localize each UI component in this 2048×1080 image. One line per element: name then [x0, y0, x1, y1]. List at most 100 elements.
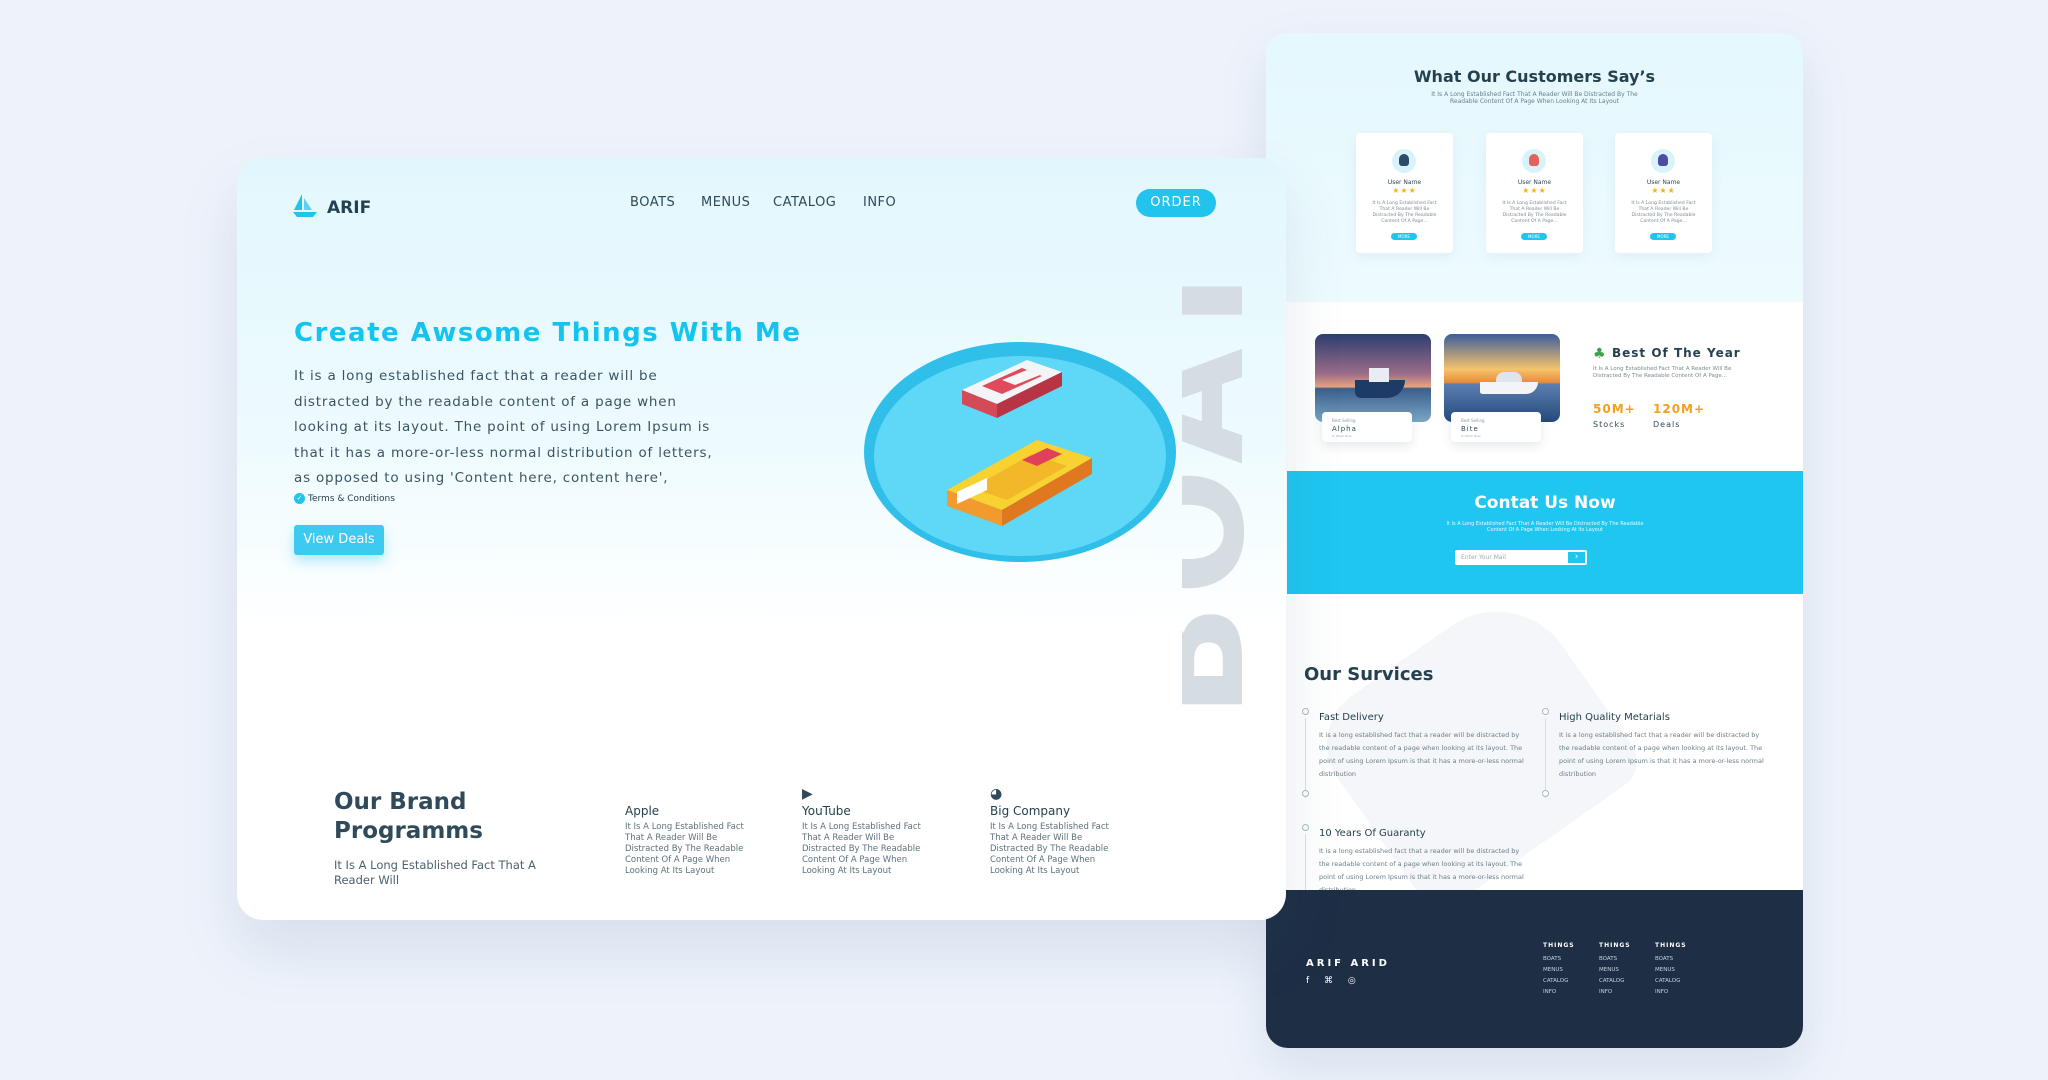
testimonial-text: It Is A Long Established Fact That A Rea… — [1502, 201, 1567, 224]
stat-label: Stocks — [1593, 420, 1626, 429]
service-text: It is a long established fact that a rea… — [1319, 847, 1524, 890]
services-title: Our Survices — [1304, 664, 1434, 685]
brand-text: It Is A Long Established Fact That A Rea… — [802, 822, 921, 876]
testimonial-card: User Name ★★★ It Is A Long Established F… — [1356, 133, 1453, 253]
service-title: Fast Delivery — [1319, 712, 1384, 723]
stat-label: Deals — [1653, 420, 1681, 429]
star-rating: ★★★ — [1392, 186, 1417, 195]
brand-name: YouTube — [802, 804, 851, 818]
footer-link[interactable]: INFO — [1655, 987, 1687, 998]
more-button[interactable]: MORE — [1391, 233, 1417, 240]
avatar — [1392, 149, 1416, 173]
submit-button[interactable]: › — [1567, 551, 1586, 564]
service-title: High Quality Metarials — [1559, 712, 1670, 723]
terms-link[interactable]: ✓ Terms & Conditions — [294, 493, 395, 504]
footer-link[interactable]: BOATS — [1599, 954, 1631, 965]
stat-value: 50M+ — [1593, 402, 1636, 416]
avatar — [1651, 149, 1675, 173]
logo-text: ARIF — [327, 198, 372, 218]
brand-text: It Is A Long Established Fact That A Rea… — [625, 822, 744, 876]
pie-icon: ◕ — [990, 786, 1003, 802]
footer-column: THINGS BOATS MENUS CATALOG INFO — [1599, 942, 1631, 998]
brand-item-apple[interactable]: Apple It Is A Long Established Fact That… — [625, 786, 755, 877]
footer-heading: THINGS — [1655, 942, 1687, 949]
youtube-icon: ▶ — [802, 786, 813, 802]
footer-link[interactable]: BOATS — [1655, 954, 1687, 965]
brand-name: Apple — [625, 804, 660, 818]
footer-link[interactable]: CATALOG — [1599, 976, 1631, 987]
footer-link[interactable]: CATALOG — [1543, 976, 1575, 987]
product-kicker: Best Selling — [1332, 418, 1356, 423]
footer-link[interactable]: MENUS — [1655, 965, 1687, 976]
services-section: Our Survices Fast Delivery It is a long … — [1266, 594, 1803, 890]
nav-menus[interactable]: MENUS — [701, 195, 750, 210]
stat-value: 120M+ — [1653, 402, 1706, 416]
order-button[interactable]: ORDER — [1136, 189, 1216, 217]
brand-item-big-company[interactable]: ◕ Big Company It Is A Long Established F… — [990, 786, 1120, 877]
timeline-dot — [1542, 708, 1549, 715]
product-label: Best Selling Bite In Stock Now — [1451, 412, 1541, 442]
hero-title: Create Awsome Things With Me — [294, 318, 802, 348]
brand-programs-title: Our Brand Programms — [334, 789, 483, 844]
brand-name: Big Company — [990, 804, 1071, 818]
best-title: Best Of The Year — [1612, 346, 1741, 360]
service-title: 10 Years Of Guaranty — [1319, 828, 1426, 839]
avatar — [1522, 149, 1546, 173]
footer-link[interactable]: INFO — [1599, 987, 1631, 998]
user-name: User Name — [1387, 179, 1422, 186]
sailboat-icon — [293, 194, 317, 217]
service-text: It is a long established fact that a rea… — [1319, 731, 1524, 778]
product-name: Alpha — [1332, 425, 1357, 433]
service-item: 10 Years Of Guaranty It is a long establ… — [1302, 824, 1529, 890]
service-text: It is a long established fact that a rea… — [1559, 731, 1764, 778]
footer-link[interactable]: INFO — [1543, 987, 1575, 998]
more-button[interactable]: MORE — [1650, 233, 1676, 240]
social-icons[interactable]: f ⌘ ◎ — [1306, 976, 1362, 986]
testimonials-title: What Our Customers Say’s — [1413, 67, 1656, 86]
nav-boats[interactable]: BOATS — [630, 195, 675, 210]
testimonial-card: User Name ★★★ It Is A Long Established F… — [1615, 133, 1712, 253]
timeline-dot — [1302, 790, 1309, 797]
best-text: It Is A Long Established Fact That A Rea… — [1593, 366, 1732, 379]
boat-photo[interactable] — [1315, 334, 1431, 422]
more-button[interactable]: MORE — [1521, 233, 1547, 240]
star-rating: ★★★ — [1651, 186, 1676, 195]
nav-catalog[interactable]: CATALOG — [773, 195, 836, 210]
contact-text: It Is A Long Established Fact That A Rea… — [1446, 521, 1644, 533]
boats-illustration — [864, 342, 1176, 562]
nav-info[interactable]: INFO — [863, 195, 896, 210]
hero-page-preview: ARIF BOATS MENUS CATALOG INFO ORDER Crea… — [237, 158, 1286, 920]
watermark-text: BOAT — [1182, 248, 1278, 718]
side-watermark: BOAT — [1182, 248, 1278, 718]
boat-photo[interactable] — [1444, 334, 1560, 422]
clover-icon: ♣ — [1593, 346, 1606, 362]
check-icon: ✓ — [294, 493, 305, 504]
brand-item-youtube[interactable]: ▶ YouTube It Is A Long Established Fact … — [802, 786, 932, 877]
timeline-dot — [1302, 824, 1309, 831]
testimonials-section: What Our Customers Say’s It Is A Long Es… — [1266, 33, 1803, 302]
footer-brand: ARIF ARID — [1306, 958, 1390, 969]
footer-heading: THINGS — [1599, 942, 1631, 949]
brand-text: It Is A Long Established Fact That A Rea… — [990, 822, 1109, 876]
service-item: Fast Delivery It is a long established f… — [1302, 708, 1529, 798]
footer-link[interactable]: MENUS — [1543, 965, 1575, 976]
user-name: User Name — [1517, 179, 1552, 186]
contact-title: Contat Us Now — [1474, 493, 1616, 513]
testimonial-text: It Is A Long Established Fact That A Rea… — [1631, 201, 1696, 224]
user-name: User Name — [1646, 179, 1681, 186]
testimonials-subtitle: It Is A Long Established Fact That A Rea… — [1431, 91, 1638, 105]
product-kicker: Best Selling — [1461, 418, 1485, 423]
footer-column: THINGS BOATS MENUS CATALOG INFO — [1655, 942, 1687, 998]
footer-link[interactable]: CATALOG — [1655, 976, 1687, 987]
testimonial-text: It Is A Long Established Fact That A Rea… — [1372, 201, 1437, 224]
brand-programs-subtitle: It Is A Long Established Fact That A Rea… — [334, 858, 536, 887]
footer-heading: THINGS — [1543, 942, 1575, 949]
product-name: Bite — [1461, 425, 1479, 433]
product-label: Best Selling Alpha In Stock Now — [1322, 412, 1412, 442]
view-deals-button[interactable]: View Deals — [294, 525, 384, 555]
timeline-dot — [1542, 790, 1549, 797]
footer-link[interactable]: BOATS — [1543, 954, 1575, 965]
service-item: High Quality Metarials It is a long esta… — [1542, 708, 1769, 798]
hero-body: It is a long established fact that a rea… — [294, 368, 713, 486]
footer-link[interactable]: MENUS — [1599, 965, 1631, 976]
